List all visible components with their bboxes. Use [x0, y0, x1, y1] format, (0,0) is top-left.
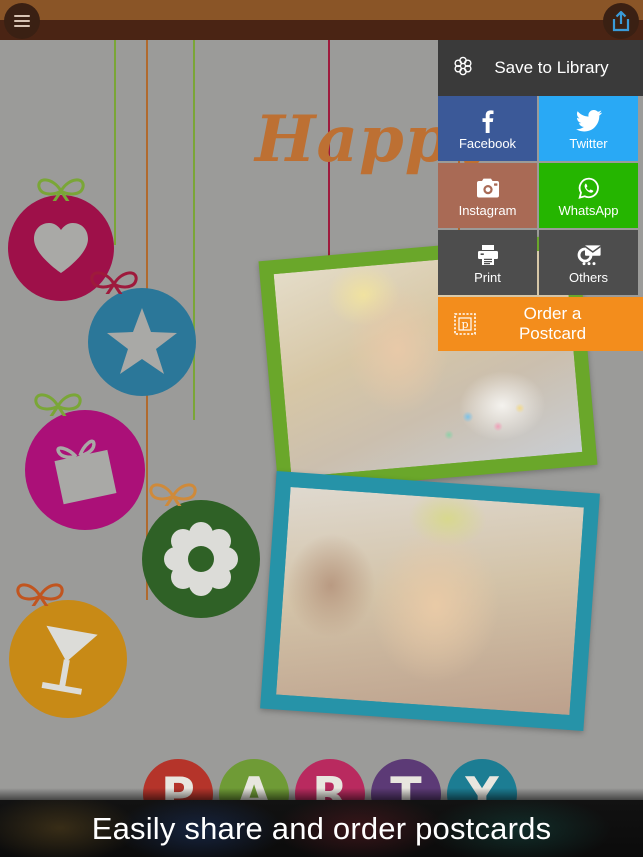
ornament-star [88, 288, 196, 396]
postcard-stamp-icon: p [438, 312, 492, 336]
twitter-bird-icon [575, 108, 602, 134]
order-postcard-row[interactable]: p Order a Postcard [438, 297, 643, 351]
hamburger-menu-icon [14, 15, 30, 27]
share-tile-whatsapp[interactable]: WhatsApp [539, 163, 638, 228]
bow-icon [37, 178, 85, 201]
share-tile-label: Others [568, 269, 608, 285]
share-export-icon [612, 10, 630, 32]
order-postcard-label: Order a Postcard [518, 304, 587, 343]
flower-icon [142, 500, 260, 618]
share-tile-facebook[interactable]: Facebook [438, 96, 537, 161]
share-tile-grid: Facebook Twitter Instagram WhatsApp Prin… [438, 96, 643, 297]
ornament-flower [142, 500, 260, 618]
library-flower-icon [452, 55, 474, 82]
share-tile-twitter[interactable]: Twitter [539, 96, 638, 161]
save-to-library-row[interactable]: Save to Library [438, 40, 643, 96]
share-tile-label: Print [474, 269, 501, 285]
share-tile-label: Facebook [458, 135, 517, 151]
toolbar-top-stripe [0, 0, 643, 20]
share-tile-others[interactable]: Others [539, 230, 638, 295]
bow-icon [149, 483, 197, 506]
bow-icon [34, 393, 82, 416]
facebook-icon [481, 108, 494, 134]
cocktail-icon [9, 600, 127, 718]
bow-icon [90, 271, 138, 294]
instagram-camera-icon [476, 175, 499, 201]
caption-bar: Easily share and order postcards [0, 800, 643, 857]
app-screen: Happy P A R T Y Save to Library Facebook… [0, 0, 643, 857]
share-tile-instagram[interactable]: Instagram [438, 163, 537, 228]
share-menu-panel: Save to Library Facebook Twitter Instagr… [438, 40, 643, 351]
others-envelope-icon [576, 242, 602, 268]
svg-text:p: p [461, 318, 468, 331]
ornament-string [114, 40, 116, 245]
hamburger-menu-button[interactable] [4, 3, 40, 39]
photo-2 [276, 486, 584, 716]
gift-icon [25, 410, 145, 530]
star-icon [88, 288, 196, 396]
caption-text: Easily share and order postcards [91, 810, 552, 846]
share-tile-label: Twitter [569, 135, 608, 151]
share-tile-label: Instagram [458, 202, 517, 218]
ornament-gift [25, 410, 145, 530]
share-tile-label: WhatsApp [558, 202, 619, 218]
caption-shade [0, 788, 643, 800]
ornament-cocktail [9, 600, 127, 718]
share-button[interactable] [603, 3, 639, 39]
printer-icon [476, 242, 500, 268]
top-toolbar [0, 0, 643, 40]
share-tile-print[interactable]: Print [438, 230, 537, 295]
whatsapp-icon [577, 175, 601, 201]
save-to-library-label: Save to Library [494, 58, 609, 77]
bow-icon [16, 583, 64, 606]
photo-frame-2[interactable] [260, 470, 600, 732]
